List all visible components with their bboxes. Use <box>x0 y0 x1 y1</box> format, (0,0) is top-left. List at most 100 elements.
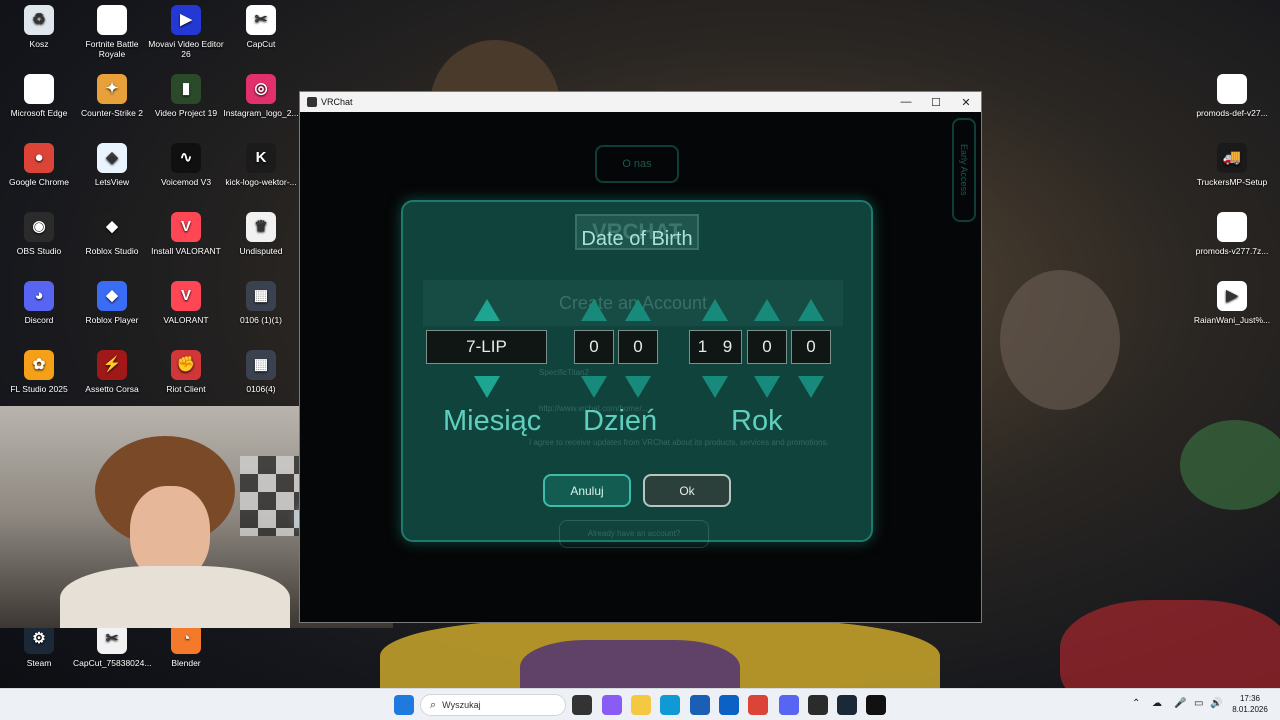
riot-client-icon: ✊ <box>171 350 201 380</box>
month-down-arrow[interactable] <box>474 376 500 398</box>
desktop-icon[interactable]: ⚡ Assetto Corsa <box>73 350 151 394</box>
year-d3-up-arrow[interactable] <box>754 299 780 321</box>
desktop-icon[interactable]: ▦ 0106 (1)(1) <box>222 281 300 325</box>
outlook-icon[interactable] <box>719 695 739 715</box>
dialog-title: Date of Birth <box>581 228 693 250</box>
cs2-icon: ✦ <box>97 74 127 104</box>
vrchat-icon[interactable] <box>866 695 886 715</box>
desktop-icon-label: Roblox Player <box>85 315 139 325</box>
volume-icon[interactable]: 🔊 <box>1210 698 1222 709</box>
desktop-icon[interactable]: ▦ 0106(4) <box>222 350 300 394</box>
day-ones-digit[interactable]: 0 <box>618 330 658 364</box>
desktop-icon[interactable]: ▮ Video Project 19 <box>147 74 225 118</box>
desktop-icon[interactable]: ▶ Movavi Video Editor 26 <box>147 5 225 59</box>
file-explorer-icon[interactable] <box>631 695 651 715</box>
desktop-icon[interactable]: ✂ CapCut_75838024... <box>73 624 151 668</box>
desktop-icon-label: Instagram_logo_2... <box>223 108 299 118</box>
desktop-icon[interactable]: ∿ Voicemod V3 <box>147 143 225 187</box>
desktop-icon[interactable]: ◉ OBS Studio <box>0 212 78 256</box>
desktop-icon[interactable]: ◆ Roblox Studio <box>73 212 151 256</box>
desktop-icon[interactable]: promods-v277.7z... <box>1192 212 1272 256</box>
desktop-icon[interactable]: ⚙ Steam <box>0 624 78 668</box>
desktop-icon[interactable]: ♛ Undisputed <box>222 212 300 256</box>
undisputed-icon: ♛ <box>246 212 276 242</box>
desktop-icon[interactable]: ✿ FL Studio 2025 <box>0 350 78 394</box>
desktop-icon[interactable]: ✦ Counter-Strike 2 <box>73 74 151 118</box>
discord-icon[interactable] <box>779 695 799 715</box>
desktop-icon[interactable]: ✂ CapCut <box>222 5 300 49</box>
minimize-button[interactable]: — <box>891 96 921 109</box>
desktop-icon-label: RaianWani_Just%... <box>1193 315 1271 325</box>
ok-button[interactable]: Ok <box>643 474 731 507</box>
desktop-icon-label: Fortnite Battle Royale <box>85 39 139 59</box>
kick-icon: K <box>246 143 276 173</box>
clock-time: 17:36 <box>1239 694 1261 703</box>
window-titlebar[interactable]: VRChat — ☐ ✕ <box>300 92 981 112</box>
file-icon <box>1217 212 1247 242</box>
year-d1-up-arrow[interactable] <box>702 299 728 321</box>
desktop-icon[interactable]: Kkick-logo-wektor-... <box>222 143 300 187</box>
vrchat-window[interactable]: VRChat — ☐ ✕ O nas Early Access VRCHAT D… <box>299 91 982 623</box>
valorant-icon: V <box>171 212 201 242</box>
month-label: Miesiąc <box>443 405 542 437</box>
chevron-up-icon[interactable]: ⌃ <box>1132 698 1140 709</box>
year-digit-4[interactable]: 0 <box>791 330 831 364</box>
desktop-icon[interactable]: ♻ Kosz <box>0 5 78 49</box>
year-d1-down-arrow[interactable] <box>702 376 728 398</box>
desktop-icon[interactable]: ◆ Roblox Player <box>73 281 151 325</box>
day-tens-down-arrow[interactable] <box>581 376 607 398</box>
desktop-icon[interactable]: Microsoft Edge <box>0 74 78 118</box>
month-field[interactable]: 7-LIP <box>426 330 547 364</box>
desktop-icon[interactable]: ● Google Chrome <box>0 143 78 187</box>
desktop-icon[interactable]: ◔ Blender <box>147 624 225 668</box>
desktop-icon[interactable]: 🚚 TruckersMP-Setup <box>1192 143 1272 187</box>
year-digit-2[interactable]: 9 <box>714 330 742 364</box>
year-digit-1[interactable]: 1 <box>689 330 715 364</box>
login-link[interactable]: Already have an account? <box>559 520 709 548</box>
desktop-icon[interactable]: ◈ LetsView <box>73 143 151 187</box>
desktop-icon[interactable]: ◕ Discord <box>0 281 78 325</box>
early-access-tab: Early Access <box>952 118 976 222</box>
desktop-icon[interactable]: ◎ Instagram_logo_2... <box>222 74 300 118</box>
day-tens-digit[interactable]: 0 <box>574 330 614 364</box>
desktop-icon[interactable]: Fortnite Battle Royale <box>73 5 151 59</box>
store-icon[interactable] <box>690 695 710 715</box>
chrome-icon[interactable] <box>748 695 768 715</box>
desktop-icon[interactable]: ▶ RaianWani_Just%... <box>1192 281 1272 325</box>
desktop-icon-label: CapCut_75838024... <box>73 658 151 668</box>
month-up-arrow[interactable] <box>474 299 500 321</box>
day-ones-down-arrow[interactable] <box>625 376 651 398</box>
about-button[interactable]: O nas <box>595 145 679 183</box>
obs-icon[interactable] <box>808 695 828 715</box>
onedrive-icon[interactable]: ☁ <box>1152 698 1162 709</box>
maximize-button[interactable]: ☐ <box>921 96 951 109</box>
year-d4-down-arrow[interactable] <box>798 376 824 398</box>
desktop-icon[interactable]: promods-def-v27... <box>1192 74 1272 118</box>
year-d3-down-arrow[interactable] <box>754 376 780 398</box>
desktop-icon-label: Movavi Video Editor 26 <box>148 39 224 59</box>
microphone-icon[interactable]: 🎤 <box>1174 698 1186 709</box>
capcut-file-icon: ✂ <box>97 624 127 654</box>
close-button[interactable]: ✕ <box>951 96 981 109</box>
windows-start-icon[interactable] <box>394 695 414 715</box>
steam-icon[interactable] <box>837 695 857 715</box>
roblox-icon: ◆ <box>97 281 127 311</box>
desktop-icon[interactable]: ✊ Riot Client <box>147 350 225 394</box>
desktop-icon[interactable]: V VALORANT <box>147 281 225 325</box>
year-d4-up-arrow[interactable] <box>798 299 824 321</box>
desktop-icon[interactable]: V Install VALORANT <box>147 212 225 256</box>
file-icon <box>24 74 54 104</box>
network-icon[interactable]: ▭ <box>1194 698 1203 709</box>
cancel-button[interactable]: Anuluj <box>543 474 631 507</box>
day-tens-up-arrow[interactable] <box>581 299 607 321</box>
clock[interactable]: 17:36 8.01.2026 <box>1225 693 1275 715</box>
search-box[interactable]: ⌕ Wyszukaj <box>420 694 566 716</box>
desktop-icon-label: Steam <box>26 658 52 668</box>
desktop-icon-label: Video Project 19 <box>154 108 218 118</box>
edge-icon[interactable] <box>660 695 680 715</box>
task-view-icon[interactable] <box>572 695 592 715</box>
day-ones-up-arrow[interactable] <box>625 299 651 321</box>
year-digit-3[interactable]: 0 <box>747 330 787 364</box>
desktop-icon-label: Install VALORANT <box>151 246 221 256</box>
copilot-icon[interactable] <box>602 695 622 715</box>
